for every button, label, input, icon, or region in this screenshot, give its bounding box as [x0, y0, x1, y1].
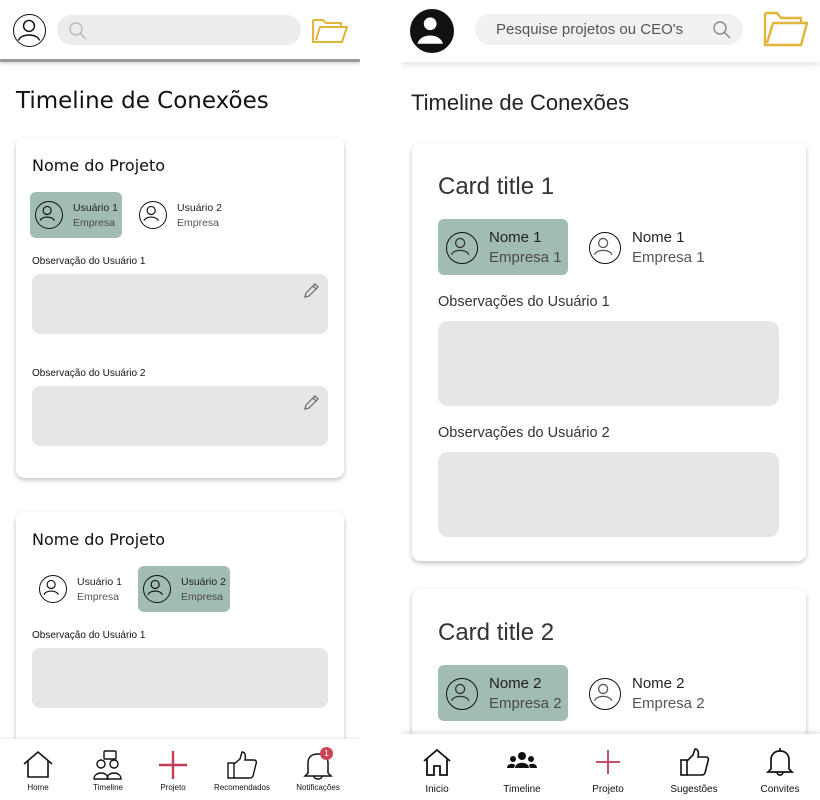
plus-icon — [159, 751, 187, 779]
top-bar: Pesquise projetos ou CEO's — [401, 0, 820, 62]
profile-avatar-icon[interactable] — [13, 14, 46, 47]
user-name: Usuário 1 — [77, 576, 122, 588]
user-chip-1[interactable]: Usuário 1 Empresa — [30, 192, 122, 238]
user-name: Usuário 2 — [181, 576, 226, 588]
observation-field[interactable] — [32, 386, 328, 446]
people-icon — [93, 750, 122, 780]
search-placeholder: Pesquise projetos ou CEO's — [496, 21, 684, 38]
people-icon — [507, 752, 537, 768]
card-title: Nome do Projeto — [32, 530, 166, 549]
folder-icon[interactable] — [311, 14, 349, 46]
nav-label: Notificações — [296, 783, 340, 792]
card-title: Card title 2 — [438, 619, 555, 646]
profile-avatar-icon[interactable] — [410, 9, 454, 53]
search-icon — [711, 19, 733, 41]
home-icon — [23, 750, 53, 778]
edit-pencil-icon[interactable] — [302, 394, 320, 412]
search-input[interactable] — [57, 15, 301, 45]
nav-label: Home — [27, 783, 49, 792]
user-avatar-icon — [589, 678, 621, 710]
search-icon — [67, 20, 89, 42]
user-name: Nome 2 — [489, 675, 542, 692]
nav-label: Timeline — [93, 783, 123, 792]
user-avatar-icon — [589, 232, 621, 264]
nav-convites[interactable]: Convites — [749, 734, 811, 800]
user-chip-2[interactable]: Nome 1 Empresa 1 — [581, 219, 711, 275]
nav-label: Projeto — [592, 784, 624, 795]
user-name: Usuário 1 — [73, 202, 118, 214]
user-avatar-icon — [143, 575, 171, 603]
card-title: Card title 1 — [438, 173, 555, 200]
user-avatar-icon — [39, 575, 67, 603]
nav-home[interactable]: Home — [8, 739, 68, 800]
project-card[interactable]: Nome do Projeto Usuário 1 Empresa Usuári… — [16, 512, 344, 772]
nav-timeline[interactable]: Timeline — [78, 739, 138, 800]
left-screen: Timeline de Conexões Nome do Projeto Usu… — [0, 0, 360, 800]
nav-timeline[interactable]: Timeline — [492, 734, 552, 800]
user-name: Usuário 2 — [177, 202, 222, 214]
edit-pencil-icon[interactable] — [302, 282, 320, 300]
card-title: Nome do Projeto — [32, 156, 166, 175]
user-name: Nome 1 — [489, 229, 542, 246]
user-company: Empresa 2 — [632, 695, 705, 712]
nav-label: Timeline — [503, 784, 541, 795]
right-screen: Pesquise projetos ou CEO's Timeline de C… — [401, 0, 820, 800]
nav-label: Sugestões — [670, 784, 718, 795]
user-company: Empresa 1 — [632, 249, 705, 266]
user-company: Empresa — [73, 217, 116, 229]
user-company: Empresa 1 — [489, 249, 562, 266]
user-company: Empresa — [77, 591, 120, 603]
user-chip-1[interactable]: Usuário 1 Empresa — [34, 566, 126, 612]
user-chip-1[interactable]: Nome 1 Empresa 1 — [438, 219, 568, 275]
observation-field[interactable] — [438, 321, 779, 406]
observation-field[interactable] — [32, 648, 328, 708]
user-company: Empresa — [181, 591, 224, 603]
nav-label: Recomendados — [213, 783, 271, 792]
user-company: Empresa 2 — [489, 695, 562, 712]
observation-field[interactable] — [32, 274, 328, 334]
user-chip-2[interactable]: Usuário 2 Empresa — [134, 192, 226, 238]
nav-notificacoes[interactable]: 1 Notificações — [284, 739, 352, 800]
plus-icon — [596, 750, 620, 774]
bottom-nav: Inicio Timeline Projeto Sugestões Convit… — [401, 734, 820, 800]
user-name: Nome 2 — [632, 675, 685, 692]
nav-recomendados[interactable]: Recomendados — [206, 739, 278, 800]
bottom-nav: Home Timeline Projeto Recomendados 1 Not… — [0, 739, 360, 800]
user-avatar-icon — [446, 678, 478, 710]
nav-label: Inicio — [425, 784, 449, 795]
observation-label: Observação do Usuário 2 — [32, 368, 146, 379]
user-name: Nome 1 — [632, 229, 685, 246]
bell-icon — [765, 748, 795, 776]
observation-label: Observação do Usuário 1 — [32, 630, 146, 641]
thumbs-up-icon — [227, 751, 258, 779]
nav-sugestoes[interactable]: Sugestões — [661, 734, 727, 800]
notification-badge: 1 — [320, 747, 333, 760]
nav-inicio[interactable]: Inicio — [407, 734, 467, 800]
observation-field[interactable] — [438, 452, 779, 537]
observation-label: Observações do Usuário 2 — [438, 425, 610, 441]
user-company: Empresa — [177, 217, 220, 229]
nav-label: Convites — [760, 784, 800, 795]
user-avatar-icon — [139, 201, 167, 229]
nav-projeto[interactable]: Projeto — [578, 734, 638, 800]
user-chip-2[interactable]: Nome 2 Empresa 2 — [581, 665, 711, 721]
project-card[interactable]: Nome do Projeto Usuário 1 Empresa Usuári… — [16, 138, 344, 478]
user-avatar-icon — [446, 232, 478, 264]
project-card[interactable]: Card title 1 Nome 1 Empresa 1 Nome 1 Emp… — [412, 143, 806, 561]
page-title: Timeline de Conexões — [16, 88, 269, 114]
top-bar — [0, 0, 360, 62]
nav-label: Projeto — [160, 783, 186, 792]
user-chip-1[interactable]: Nome 2 Empresa 2 — [438, 665, 568, 721]
page-title: Timeline de Conexões — [411, 90, 630, 115]
observation-label: Observações do Usuário 1 — [438, 294, 610, 310]
nav-projeto[interactable]: Projeto — [143, 739, 203, 800]
search-input[interactable]: Pesquise projetos ou CEO's — [475, 14, 743, 45]
user-chip-2[interactable]: Usuário 2 Empresa — [138, 566, 230, 612]
user-avatar-icon — [35, 201, 63, 229]
observation-label: Observação do Usuário 1 — [32, 256, 146, 267]
home-icon — [423, 748, 451, 776]
thumbs-up-icon — [680, 748, 710, 776]
folder-icon[interactable] — [763, 9, 809, 49]
